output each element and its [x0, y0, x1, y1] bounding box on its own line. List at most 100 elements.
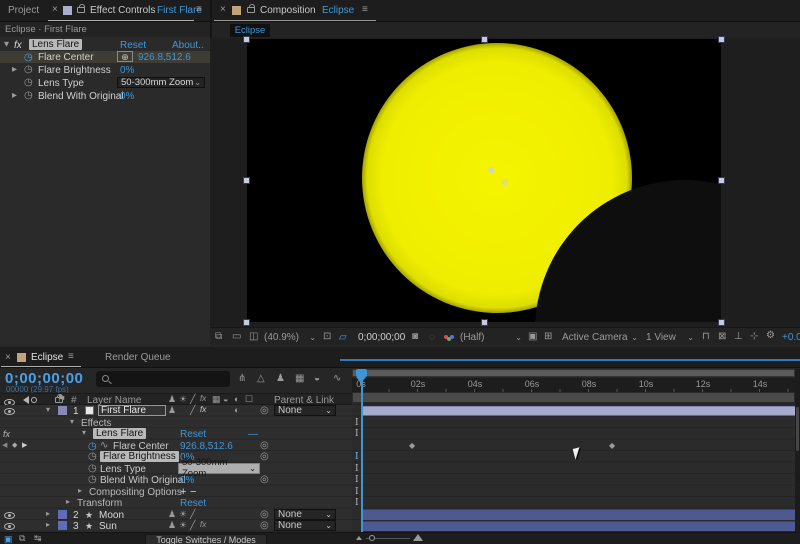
composition-viewer[interactable]: ◉ ⊕ [210, 38, 800, 327]
group-row-effects[interactable]: ▾ Effects [0, 417, 352, 429]
stopwatch-icon[interactable]: ◷ [88, 475, 97, 485]
keyframe-diamond[interactable]: ◆ [409, 441, 415, 450]
quality-switch-icon[interactable]: ╱ [190, 395, 195, 404]
layer-bar-first-flare[interactable] [361, 406, 795, 417]
collapse-switch-icon[interactable]: ☀ [179, 510, 187, 519]
prop-value[interactable]: 0% [120, 65, 134, 76]
toggle-switches-modes-button[interactable]: Toggle Switches / Modes [145, 534, 267, 544]
collapse-switch-icon[interactable]: ☀ [179, 521, 187, 530]
twirl-icon[interactable]: ▸ [46, 521, 50, 529]
adjustment-switch-icon[interactable]: ◐ [234, 395, 239, 404]
effect-reset-button[interactable]: Reset [120, 40, 146, 51]
transform-reset-button[interactable]: Reset [180, 498, 206, 509]
camera-view-dropdown[interactable]: Active Camera ⌄ [562, 331, 638, 343]
pickwhip-icon[interactable]: ◎ [260, 452, 269, 462]
quality-switch-icon[interactable]: ╱ [190, 521, 195, 530]
view-layout-dropdown[interactable]: 1 View ⌄ [646, 331, 694, 343]
exposure-value[interactable]: +0.0 [782, 332, 800, 343]
stopwatch-icon[interactable]: ◷ [24, 65, 33, 75]
layer-bar-moon[interactable] [361, 509, 795, 520]
tab-project[interactable]: Project [8, 5, 39, 16]
add-keyframe-icon[interactable]: ◆ [12, 441, 17, 449]
solo-column-icon[interactable] [31, 397, 37, 403]
prop-value[interactable]: 0% [180, 475, 194, 486]
collapse-switch-icon[interactable]: ☀ [179, 395, 187, 404]
exposure-gear-icon[interactable]: ⚙ [766, 331, 775, 341]
quality-switch-icon[interactable]: ╱ [190, 406, 195, 415]
transfer-controls-icon[interactable]: ⧉ [19, 534, 25, 543]
selection-handle[interactable] [243, 177, 250, 184]
hide-shy-icon[interactable]: ♟ [276, 374, 285, 384]
shy-switch-icon[interactable]: ♟ [168, 406, 176, 415]
search-input[interactable] [96, 371, 230, 387]
snapshot-camera-icon[interactable]: ◙ [412, 332, 418, 342]
fx-switch-icon[interactable]: fx [200, 406, 206, 414]
pixel-aspect-icon[interactable]: ⊞ [544, 332, 552, 342]
selection-handle[interactable] [718, 36, 725, 43]
quality-switch-icon[interactable]: ╱ [190, 510, 195, 519]
selection-handle[interactable] [243, 36, 250, 43]
label-color-chip[interactable] [58, 510, 67, 519]
tab-timeline-eclipse[interactable]: Eclipse [31, 352, 63, 363]
effect-name[interactable]: Lens Flare [93, 428, 146, 439]
shy-switch-icon[interactable]: ♟ [168, 510, 176, 519]
panel-menu-icon[interactable]: ≡ [68, 351, 74, 362]
close-icon[interactable]: × [52, 4, 58, 15]
pickwhip-icon[interactable]: ◎ [260, 406, 269, 416]
parent-dropdown[interactable]: None ⌄ [274, 520, 336, 531]
anchor-point-icon[interactable]: ◉ [488, 165, 495, 174]
audio-column-speaker-icon[interactable] [19, 396, 29, 404]
share-view-icon[interactable]: ⊓ [702, 332, 710, 342]
prop-value[interactable]: 926.8,512.6 [180, 441, 233, 452]
render-switches-icon[interactable]: ▣ [4, 534, 13, 544]
playhead-head[interactable] [356, 369, 367, 377]
lock-icon[interactable] [77, 7, 85, 13]
remove-option-button[interactable]: − [190, 486, 196, 498]
playhead-point[interactable] [356, 377, 366, 383]
vertical-scrollbar[interactable] [795, 369, 800, 532]
prop-value[interactable]: 0% [120, 91, 134, 102]
mask-visibility-icon[interactable]: ◫ [249, 332, 258, 342]
work-area-bar[interactable] [352, 392, 795, 403]
graph-toggle-icon[interactable]: ∿ [100, 441, 108, 451]
rulers-icon[interactable]: ⊥ [734, 332, 743, 342]
twirl-icon[interactable]: ▾ [46, 406, 50, 414]
group-row-compositing-options[interactable]: ▸ Compositing Options + − [0, 486, 352, 498]
in-out-icon[interactable]: ↹ [34, 534, 42, 543]
viewer-tab-eclipse[interactable]: Eclipse [230, 24, 270, 37]
effect-about-link[interactable]: About.. [172, 40, 204, 51]
fx-switch-icon[interactable]: fx [200, 395, 206, 403]
keyframe-diamond[interactable]: ◆ [609, 441, 615, 450]
layer-name[interactable]: Moon [99, 510, 124, 521]
layer-row-moon[interactable]: ▸ 2 ★ Moon ♟ ☀ ╱ ◎ None ⌄ [0, 509, 352, 521]
timeline-zoom-knob[interactable] [369, 535, 375, 541]
label-column-flag-icon[interactable]: ⚑ [57, 395, 66, 405]
transparency-grid-icon[interactable]: ▣ [528, 332, 537, 342]
stopwatch-icon[interactable]: ◷ [88, 452, 97, 462]
graph-editor-icon[interactable]: ∿ [333, 374, 341, 384]
time-ruler[interactable]: 0s 02s 04s 06s 08s 10s 12s 14s [352, 378, 795, 392]
panel-menu-icon[interactable]: ≡ [196, 4, 202, 15]
twirl-icon[interactable]: ▸ [12, 91, 17, 101]
layer-bar-sun[interactable] [361, 521, 795, 532]
shy-switch-icon[interactable]: ♟ [168, 395, 176, 404]
close-icon[interactable]: × [5, 352, 11, 363]
next-keyframe-icon[interactable]: ▶ [22, 441, 27, 449]
time-navigator-bar[interactable] [352, 369, 795, 377]
pickwhip-icon[interactable]: ◎ [260, 441, 269, 451]
label-color-chip[interactable] [58, 521, 67, 530]
close-icon[interactable]: × [220, 4, 226, 15]
pickwhip-icon[interactable]: ◎ [260, 510, 269, 520]
eye-icon[interactable] [4, 523, 15, 530]
motion-blur-icon[interactable]: ◒ [314, 374, 320, 384]
composition-frame[interactable]: ◉ ⊕ [247, 39, 721, 322]
eye-icon[interactable] [4, 512, 15, 519]
magnification-dropdown[interactable]: (40.9%) ⌄ [264, 331, 316, 343]
prop-row-flare-brightness[interactable]: ◷ Flare Brightness 0% ◎ [0, 451, 352, 463]
parent-dropdown[interactable]: None ⌄ [274, 509, 336, 520]
frame-blending-icon[interactable]: ▦ [295, 374, 304, 384]
twirl-icon[interactable]: ▾ [4, 40, 9, 50]
motion-blur-switch-icon[interactable]: ◒ [223, 395, 228, 404]
label-color-chip[interactable] [58, 406, 67, 415]
tab-composition[interactable]: Composition [260, 5, 316, 16]
